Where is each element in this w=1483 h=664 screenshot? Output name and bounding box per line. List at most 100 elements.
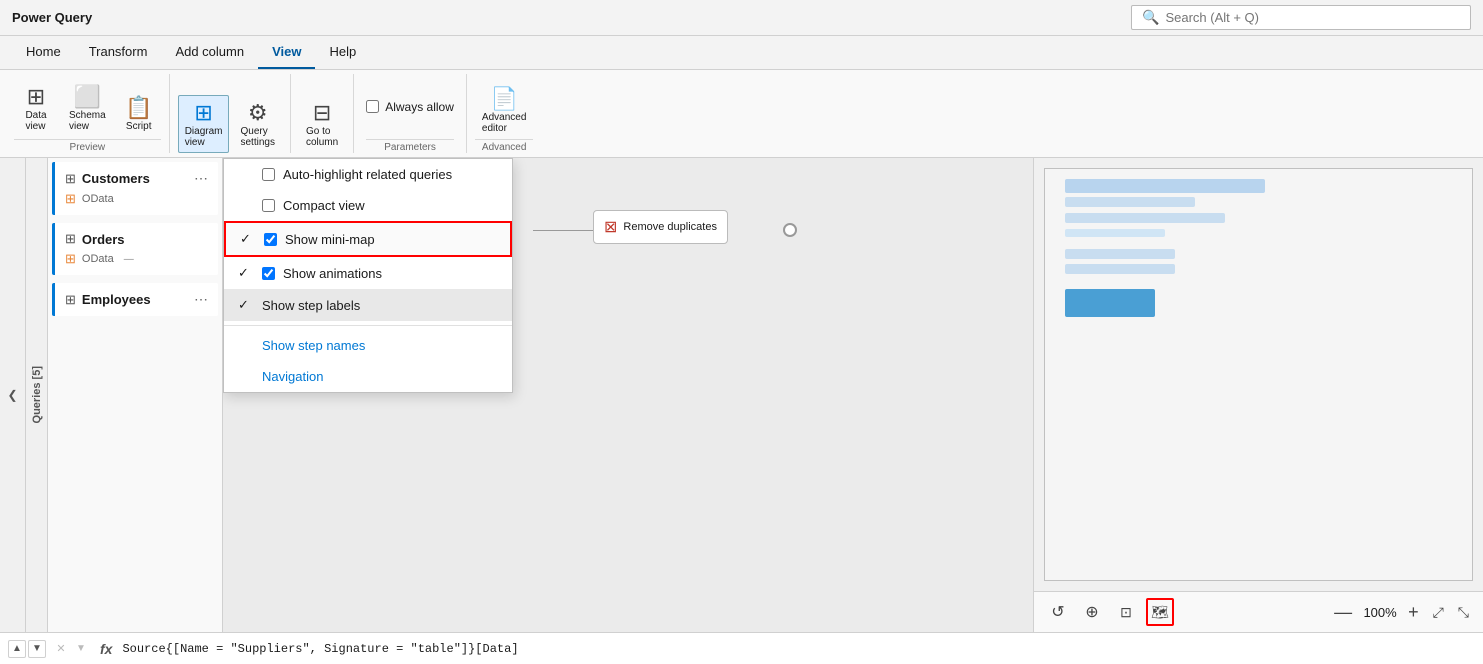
query-settings-button[interactable]: ⚙ Querysettings	[233, 95, 281, 153]
mini-map-bar-5	[1065, 249, 1175, 259]
tab-help[interactable]: Help	[315, 36, 370, 69]
move-down-button[interactable]: ▼	[72, 640, 90, 658]
animations-checkbox[interactable]	[262, 267, 275, 280]
remove-dup-label: Remove duplicates	[623, 221, 717, 233]
go-to-column-button[interactable]: ⊟ Go tocolumn	[299, 95, 345, 153]
query-item-employees[interactable]: ⊞ Employees ⋯	[52, 283, 218, 316]
zoom-fit-icon[interactable]: ⤢	[1429, 604, 1448, 621]
customers-menu[interactable]: ⋯	[194, 170, 208, 187]
always-allow-label: Always allow	[385, 100, 454, 114]
employees-table-icon: ⊞	[65, 292, 76, 308]
mini-map-bar-6	[1065, 264, 1175, 274]
delete-step-button[interactable]: ✕	[52, 640, 70, 658]
step-names-label: Show step names	[262, 338, 365, 353]
mini-map-bar-selected	[1065, 289, 1155, 317]
mini-map-toggle-button[interactable]: 🗺	[1146, 598, 1174, 626]
query-settings-label: Querysettings	[240, 126, 274, 148]
data-view-label: Dataview	[25, 110, 46, 132]
dropdown-show-animations[interactable]: ✓ Show animations	[224, 257, 512, 289]
mini-map-bar-3	[1065, 213, 1225, 223]
formula-bar: ▲ ▼ ✕ ▼ fx	[0, 632, 1483, 664]
zoom-minus[interactable]: —	[1330, 602, 1356, 623]
step-labels-check: ✓	[238, 297, 254, 313]
script-label: Script	[126, 121, 152, 132]
navigation-label: Navigation	[262, 369, 323, 384]
diagram-area: ⊞ Customers ⋯ ⊞ Source ⊠ Remove duplicat…	[223, 158, 1033, 632]
script-icon: 📋	[125, 95, 152, 121]
always-allow-checkbox[interactable]	[366, 100, 379, 113]
search-icon: 🔍	[1142, 9, 1159, 26]
query-item-orders[interactable]: ⊞ Orders ⊞ OData —	[52, 223, 218, 275]
advanced-editor-button[interactable]: 📄 Advancededitor	[475, 81, 533, 139]
go-to-column-label: Go tocolumn	[306, 126, 338, 148]
schema-view-button[interactable]: ⬜ Schemaview	[62, 79, 113, 137]
query-item-customers[interactable]: ⊞ Customers ⋯ ⊞ OData	[52, 162, 218, 215]
tab-add-column[interactable]: Add column	[161, 36, 258, 69]
employees-menu[interactable]: ⋯	[194, 291, 208, 308]
app-title: Power Query	[12, 10, 92, 25]
zoom-plus[interactable]: +	[1404, 602, 1423, 623]
fit-button[interactable]: ⊕	[1078, 598, 1106, 626]
tab-view[interactable]: View	[258, 36, 315, 69]
collapse-icon: ❮	[7, 388, 17, 402]
orders-odata-icon: ⊞	[65, 251, 76, 267]
formula-input[interactable]	[122, 642, 1475, 656]
diagram-view-button[interactable]: ⊞ Diagramview	[178, 95, 230, 153]
orders-connector: —	[124, 254, 134, 265]
zoom-level: 100%	[1362, 605, 1398, 620]
undo-button[interactable]: ↺	[1044, 598, 1072, 626]
dropdown-navigation[interactable]: Navigation	[224, 361, 512, 392]
orders-sub: OData	[82, 253, 114, 265]
mini-map-toolbar: ↺ ⊕ ⊡ 🗺 — 100% + ⤢ ⤡	[1034, 591, 1483, 632]
parameters-group-label: Parameters	[366, 139, 454, 153]
tab-home[interactable]: Home	[12, 36, 75, 69]
advanced-group-label: Advanced	[475, 139, 533, 153]
auto-highlight-checkbox[interactable]	[262, 168, 275, 181]
step-labels-label: Show step labels	[262, 298, 360, 313]
connector-line	[533, 230, 593, 231]
customers-name: Customers	[82, 171, 150, 186]
dropdown-menu: Auto-highlight related queries Compact v…	[223, 158, 513, 393]
nav-up-button[interactable]: ▲	[8, 640, 26, 658]
animations-label: Show animations	[283, 266, 382, 281]
dropdown-separator	[224, 325, 512, 326]
mini-map-checkbox[interactable]	[264, 233, 277, 246]
animations-check: ✓	[238, 265, 254, 281]
script-button[interactable]: 📋 Script	[117, 90, 161, 137]
schema-view-label: Schemaview	[69, 110, 106, 132]
dropdown-show-mini-map[interactable]: ✓ Show mini-map	[224, 221, 512, 257]
customers-sub: OData	[82, 193, 114, 205]
query-settings-icon: ⚙	[248, 100, 268, 126]
tab-transform[interactable]: Transform	[75, 36, 162, 69]
frame-button[interactable]: ⊡	[1112, 598, 1140, 626]
diagram-view-label: Diagramview	[185, 126, 223, 148]
dropdown-auto-highlight[interactable]: Auto-highlight related queries	[224, 159, 512, 190]
nav-down-button[interactable]: ▼	[28, 640, 46, 658]
mini-map-bar-2	[1065, 197, 1195, 207]
dropdown-show-step-labels[interactable]: ✓ Show step labels	[224, 289, 512, 321]
customers-odata-icon: ⊞	[65, 191, 76, 207]
dropdown-show-step-names[interactable]: Show step names	[224, 330, 512, 361]
mini-map-panel: ↺ ⊕ ⊡ 🗺 — 100% + ⤢ ⤡	[1033, 158, 1483, 632]
search-bar[interactable]: 🔍	[1131, 5, 1471, 30]
schema-view-icon: ⬜	[74, 84, 101, 110]
advanced-editor-label: Advancededitor	[482, 112, 526, 134]
compact-view-label: Compact view	[283, 198, 365, 213]
dropdown-compact-view[interactable]: Compact view	[224, 190, 512, 221]
remove-duplicates-node[interactable]: ⊠ Remove duplicates	[593, 210, 728, 244]
remove-dup-icon: ⊠	[604, 217, 617, 237]
auto-highlight-label: Auto-highlight related queries	[283, 167, 452, 182]
mini-map-bar-1	[1065, 179, 1265, 193]
zoom-expand-icon[interactable]: ⤡	[1454, 604, 1473, 621]
data-view-icon: ⊞	[27, 84, 45, 110]
orders-name: Orders	[82, 232, 125, 247]
compact-view-checkbox[interactable]	[262, 199, 275, 212]
advanced-editor-icon: 📄	[490, 86, 517, 112]
sidebar-toggle[interactable]: ❮	[0, 158, 26, 632]
queries-side-label: Queries [5]	[31, 366, 43, 423]
customers-table-icon: ⊞	[65, 171, 76, 187]
search-input[interactable]	[1165, 10, 1460, 25]
mini-map-area	[1044, 168, 1473, 581]
data-view-button[interactable]: ⊞ Dataview	[14, 79, 58, 137]
end-connector	[783, 223, 797, 237]
